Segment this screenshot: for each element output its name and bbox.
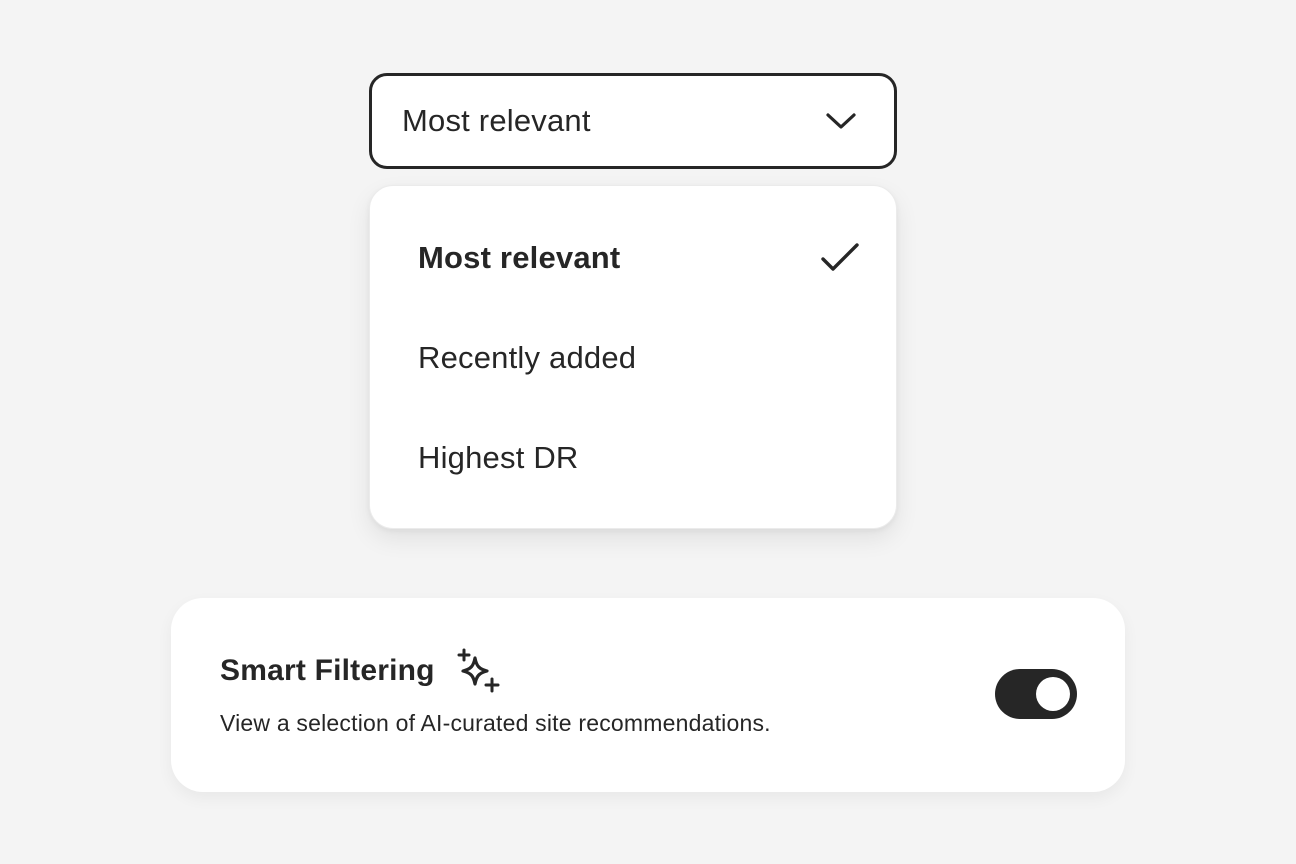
chevron-down-icon [824,104,858,138]
menu-option-highest-dr[interactable]: Highest DR [370,408,896,508]
menu-option-most-relevant[interactable]: Most relevant [370,208,896,308]
sparkles-icon [455,648,501,694]
checkmark-icon [820,238,860,278]
sort-select[interactable]: Most relevant [369,73,897,169]
sort-dropdown-menu: Most relevant Recently added Highest DR [369,185,897,529]
smart-filtering-title: Smart Filtering [220,654,435,687]
menu-option-label: Recently added [418,340,637,375]
smart-filtering-card: Smart Filtering View a selection of AI-c… [171,598,1125,792]
smart-filtering-toggle[interactable] [995,669,1077,719]
menu-option-recently-added[interactable]: Recently added [370,308,896,408]
toggle-knob [1036,677,1070,711]
smart-filtering-description: View a selection of AI-curated site reco… [220,710,771,736]
smart-filtering-header: Smart Filtering [220,648,501,694]
sort-select-value: Most relevant [402,103,591,138]
menu-option-label: Most relevant [418,240,621,275]
menu-option-label: Highest DR [418,440,579,475]
